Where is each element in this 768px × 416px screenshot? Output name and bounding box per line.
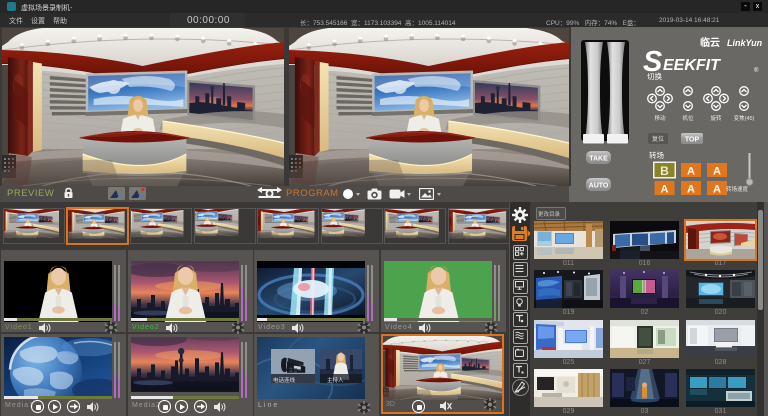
svg-text:TOP: TOP: [685, 137, 700, 144]
svg-text:转场: 转场: [649, 150, 664, 160]
svg-text:A: A: [713, 166, 721, 178]
svg-text:EEKFIT: EEKFIT: [663, 57, 721, 74]
svg-text:机位: 机位: [682, 114, 694, 122]
svg-text:移动: 移动: [654, 114, 666, 122]
svg-text:LinkYun: LinkYun: [727, 38, 763, 48]
svg-text:TAKE: TAKE: [589, 156, 608, 163]
svg-text:临云: 临云: [700, 36, 720, 49]
svg-text:B: B: [660, 164, 669, 178]
svg-text:转场速度: 转场速度: [726, 185, 749, 193]
svg-text:AUTO: AUTO: [589, 183, 609, 190]
svg-text:A: A: [661, 184, 669, 196]
svg-text:变焦(45): 变焦(45): [734, 114, 755, 122]
svg-text:切换: 切换: [647, 71, 662, 81]
svg-text:A: A: [687, 184, 695, 196]
svg-text:复位: 复位: [652, 135, 664, 143]
svg-text:旋转: 旋转: [710, 114, 722, 122]
svg-text:A: A: [713, 184, 721, 196]
svg-text:®: ®: [754, 67, 759, 74]
svg-text:A: A: [687, 166, 695, 178]
